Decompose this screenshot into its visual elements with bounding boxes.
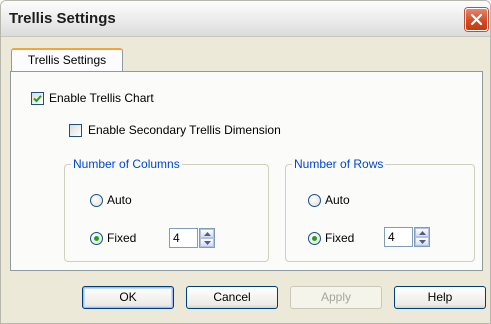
arrow-up-icon [419, 231, 426, 235]
tab-panel: Enable Trellis Chart Enable Secondary Tr… [10, 71, 483, 271]
arrow-down-icon [419, 240, 426, 244]
rows-group-title: Number of Rows [292, 157, 386, 171]
arrow-down-icon [204, 241, 211, 245]
dialog-window: Trellis Settings Trellis Settings Enable… [0, 0, 491, 324]
enable-trellis-label[interactable]: Enable Trellis Chart [49, 91, 154, 105]
rows-auto-radio[interactable] [308, 194, 321, 207]
columns-group: Number of Columns Auto Fixed 4 [64, 157, 269, 262]
columns-fixed-label[interactable]: Fixed [107, 231, 136, 245]
columns-auto-radio[interactable] [90, 194, 103, 207]
title-bar[interactable]: Trellis Settings [1, 1, 490, 37]
columns-spinner[interactable] [199, 228, 215, 248]
rows-spin-down[interactable] [415, 237, 429, 246]
radio-selected-dot [94, 236, 99, 241]
radio-selected-dot [312, 236, 317, 241]
rows-spin-up[interactable] [415, 228, 429, 237]
checkmark-icon [33, 95, 42, 103]
columns-spin-up[interactable] [200, 229, 214, 238]
tab-trellis-settings[interactable]: Trellis Settings [11, 48, 123, 72]
columns-auto-label[interactable]: Auto [107, 193, 132, 207]
help-button[interactable]: Help [394, 286, 486, 309]
rows-spinner[interactable] [414, 227, 430, 247]
cancel-button[interactable]: Cancel [186, 286, 278, 309]
rows-fixed-label[interactable]: Fixed [325, 231, 354, 245]
close-icon [470, 13, 483, 26]
apply-button[interactable]: Apply [290, 286, 382, 309]
enable-trellis-checkbox[interactable] [31, 92, 44, 105]
ok-button[interactable]: OK [82, 286, 174, 309]
columns-group-title: Number of Columns [71, 157, 182, 171]
enable-secondary-checkbox[interactable] [69, 124, 82, 137]
close-button[interactable] [465, 8, 488, 31]
columns-value-input[interactable]: 4 [169, 228, 198, 248]
rows-value-input[interactable]: 4 [384, 227, 413, 247]
rows-group: Number of Rows Auto Fixed 4 [285, 157, 475, 262]
rows-auto-label[interactable]: Auto [325, 193, 350, 207]
window-title: Trellis Settings [9, 10, 116, 27]
arrow-up-icon [204, 232, 211, 236]
columns-spin-down[interactable] [200, 238, 214, 247]
rows-fixed-radio[interactable] [308, 232, 321, 245]
columns-fixed-radio[interactable] [90, 232, 103, 245]
enable-secondary-label[interactable]: Enable Secondary Trellis Dimension [88, 123, 281, 137]
